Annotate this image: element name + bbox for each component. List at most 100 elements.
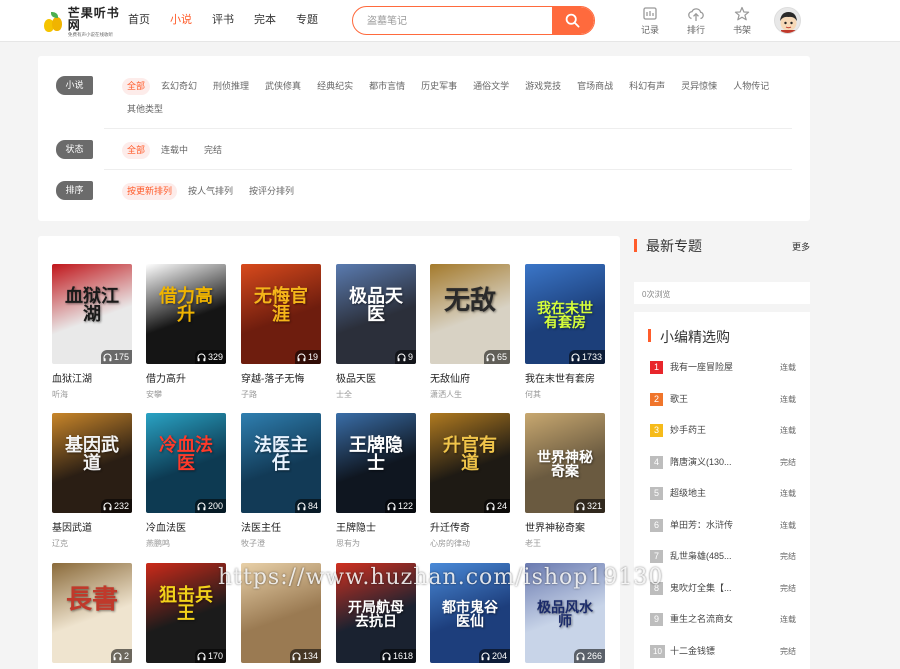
- book-author[interactable]: 心房的律动: [430, 538, 510, 549]
- book-card[interactable]: 狙击兵王 170: [146, 563, 226, 663]
- sort-option[interactable]: 按评分排列: [244, 183, 299, 200]
- book-author[interactable]: 老王: [525, 538, 605, 549]
- book-card[interactable]: 134: [241, 563, 321, 663]
- book-cover[interactable]: 基因武道 232: [52, 413, 132, 513]
- book-card[interactable]: 世界神秘奇案 321 世界神秘奇案老王: [525, 413, 605, 549]
- pick-title[interactable]: 隋唐演义(130...: [670, 456, 762, 469]
- book-card[interactable]: 長書 2: [52, 563, 132, 663]
- book-title[interactable]: 冷血法医: [146, 519, 226, 534]
- category-option[interactable]: 玄幻奇幻: [156, 78, 202, 95]
- book-cover[interactable]: 无悔官涯 19: [241, 264, 321, 364]
- category-option[interactable]: 都市言情: [364, 78, 410, 95]
- book-cover[interactable]: 我在末世有套房 1733: [525, 264, 605, 364]
- book-cover[interactable]: 冷血法医 200: [146, 413, 226, 513]
- book-author[interactable]: 子路: [241, 389, 321, 400]
- book-card[interactable]: 王牌隐士 122 王牌隐士 思有为: [336, 413, 416, 549]
- book-title[interactable]: 穿越-落子无悔: [241, 370, 321, 385]
- category-option[interactable]: 全部: [122, 78, 151, 95]
- book-card[interactable]: 极品天医 9 极品天医士全: [336, 264, 416, 400]
- status-option[interactable]: 全部: [122, 142, 151, 159]
- pick-item[interactable]: 4 隋唐演义(130... 完结: [650, 455, 796, 470]
- book-title[interactable]: 借力高升: [146, 370, 226, 385]
- book-card[interactable]: 基因武道 232 基因武道辽克: [52, 413, 132, 549]
- book-title[interactable]: 基因武道: [52, 519, 132, 534]
- book-card[interactable]: 法医主任 84 法医主任牧子澄: [241, 413, 321, 549]
- book-card[interactable]: 血狱江湖 175 血狱江湖 听海: [52, 264, 132, 400]
- pick-item[interactable]: 5 超级地主 连载: [650, 487, 796, 501]
- book-title[interactable]: 我在末世有套房: [525, 370, 605, 385]
- book-card[interactable]: 都市鬼谷医仙 204: [430, 563, 510, 663]
- pick-title[interactable]: 重生之名流商女: [670, 613, 762, 626]
- topic-item[interactable]: 0次浏览: [634, 282, 810, 304]
- pick-item[interactable]: 10 十二金钱镖 完结: [650, 644, 796, 659]
- status-option[interactable]: 完结: [199, 142, 227, 159]
- category-option[interactable]: 官场商战: [572, 78, 618, 95]
- book-title[interactable]: 无敌仙府: [430, 370, 510, 385]
- category-option[interactable]: 游戏竞技: [520, 78, 566, 95]
- book-author[interactable]: 安攀: [146, 389, 226, 400]
- book-card[interactable]: 升官有道 24 升迁传奇心房的律动: [430, 413, 510, 549]
- history-button[interactable]: 记录: [633, 5, 667, 37]
- pick-title[interactable]: 鬼吹灯全集【...: [670, 582, 762, 595]
- pick-item[interactable]: 9 重生之名流商女 连载: [650, 613, 796, 627]
- ranking-button[interactable]: 排行: [679, 5, 713, 37]
- book-cover[interactable]: 王牌隐士 122: [336, 413, 416, 513]
- category-option[interactable]: 通俗文学: [468, 78, 514, 95]
- pick-item[interactable]: 1 我有一座冒险屋 连载: [650, 361, 796, 375]
- nav-novel[interactable]: 小说: [170, 12, 192, 32]
- pick-item[interactable]: 3 妙手药王 连载: [650, 424, 796, 438]
- book-author[interactable]: 何其: [525, 389, 605, 400]
- book-cover[interactable]: 狙击兵王 170: [146, 563, 226, 663]
- book-cover[interactable]: 极品天医 9: [336, 264, 416, 364]
- category-option[interactable]: 其他类型: [122, 101, 168, 118]
- book-author[interactable]: 辽克: [52, 538, 132, 549]
- pick-item[interactable]: 6 单田芳：水浒传 连载: [650, 518, 796, 533]
- book-cover[interactable]: 开局航母去抗日 1618: [336, 563, 416, 663]
- book-cover[interactable]: 无敌 65: [430, 264, 510, 364]
- pick-title[interactable]: 十二金钱镖: [670, 645, 762, 658]
- bookshelf-button[interactable]: 书架: [725, 5, 759, 37]
- pick-title[interactable]: 乱世枭雄(485...: [670, 550, 762, 563]
- sort-option[interactable]: 按人气排列: [183, 183, 238, 200]
- search-button[interactable]: [552, 7, 594, 34]
- book-author[interactable]: 思有为: [336, 538, 416, 549]
- book-title[interactable]: 极品天医: [336, 370, 416, 385]
- book-cover[interactable]: 都市鬼谷医仙 204: [430, 563, 510, 663]
- book-title[interactable]: 升迁传奇: [430, 519, 510, 534]
- user-avatar[interactable]: [774, 7, 801, 34]
- book-cover[interactable]: 借力高升 329: [146, 264, 226, 364]
- book-card[interactable]: 无敌 65 无敌仙府潇洒人生: [430, 264, 510, 400]
- category-option[interactable]: 刑侦推理: [208, 78, 254, 95]
- book-title[interactable]: 血狱江湖: [52, 370, 132, 385]
- category-option[interactable]: 经典纪实: [312, 78, 358, 95]
- nav-topics[interactable]: 专题: [296, 12, 318, 32]
- book-card[interactable]: 极品风水师 266: [525, 563, 605, 663]
- topics-more-link[interactable]: 更多: [792, 240, 810, 253]
- book-card[interactable]: 冷血法医 200 冷血法医燕鹏鸣: [146, 413, 226, 549]
- book-cover[interactable]: 世界神秘奇案 321: [525, 413, 605, 513]
- category-option[interactable]: 人物传记: [728, 78, 774, 95]
- site-logo[interactable]: 芒果听书网 免费有声小说在线收听: [42, 7, 132, 37]
- nav-storytelling[interactable]: 评书: [212, 12, 234, 32]
- book-title[interactable]: 法医主任: [241, 519, 321, 534]
- book-author[interactable]: 士全: [336, 389, 416, 400]
- category-option[interactable]: 灵异惊悚: [676, 78, 722, 95]
- book-cover[interactable]: 极品风水师 266: [525, 563, 605, 663]
- book-author[interactable]: 燕鹏鸣: [146, 538, 226, 549]
- nav-home[interactable]: 首页: [128, 12, 150, 32]
- pick-title[interactable]: 妙手药王: [670, 424, 762, 437]
- nav-completed[interactable]: 完本: [254, 12, 276, 32]
- book-card[interactable]: 开局航母去抗日 1618: [336, 563, 416, 663]
- book-cover[interactable]: 升官有道 24: [430, 413, 510, 513]
- book-cover[interactable]: 血狱江湖 175: [52, 264, 132, 364]
- status-option[interactable]: 连载中: [156, 142, 193, 159]
- book-author[interactable]: 牧子澄: [241, 538, 321, 549]
- pick-title[interactable]: 我有一座冒险屋: [670, 361, 762, 374]
- book-cover[interactable]: 長書 2: [52, 563, 132, 663]
- book-title[interactable]: 世界神秘奇案: [525, 519, 605, 534]
- book-cover[interactable]: 法医主任 84: [241, 413, 321, 513]
- category-option[interactable]: 科幻有声: [624, 78, 670, 95]
- book-author[interactable]: 潇洒人生: [430, 389, 510, 400]
- sort-option[interactable]: 按更新排列: [122, 183, 178, 200]
- search-input[interactable]: [367, 12, 537, 30]
